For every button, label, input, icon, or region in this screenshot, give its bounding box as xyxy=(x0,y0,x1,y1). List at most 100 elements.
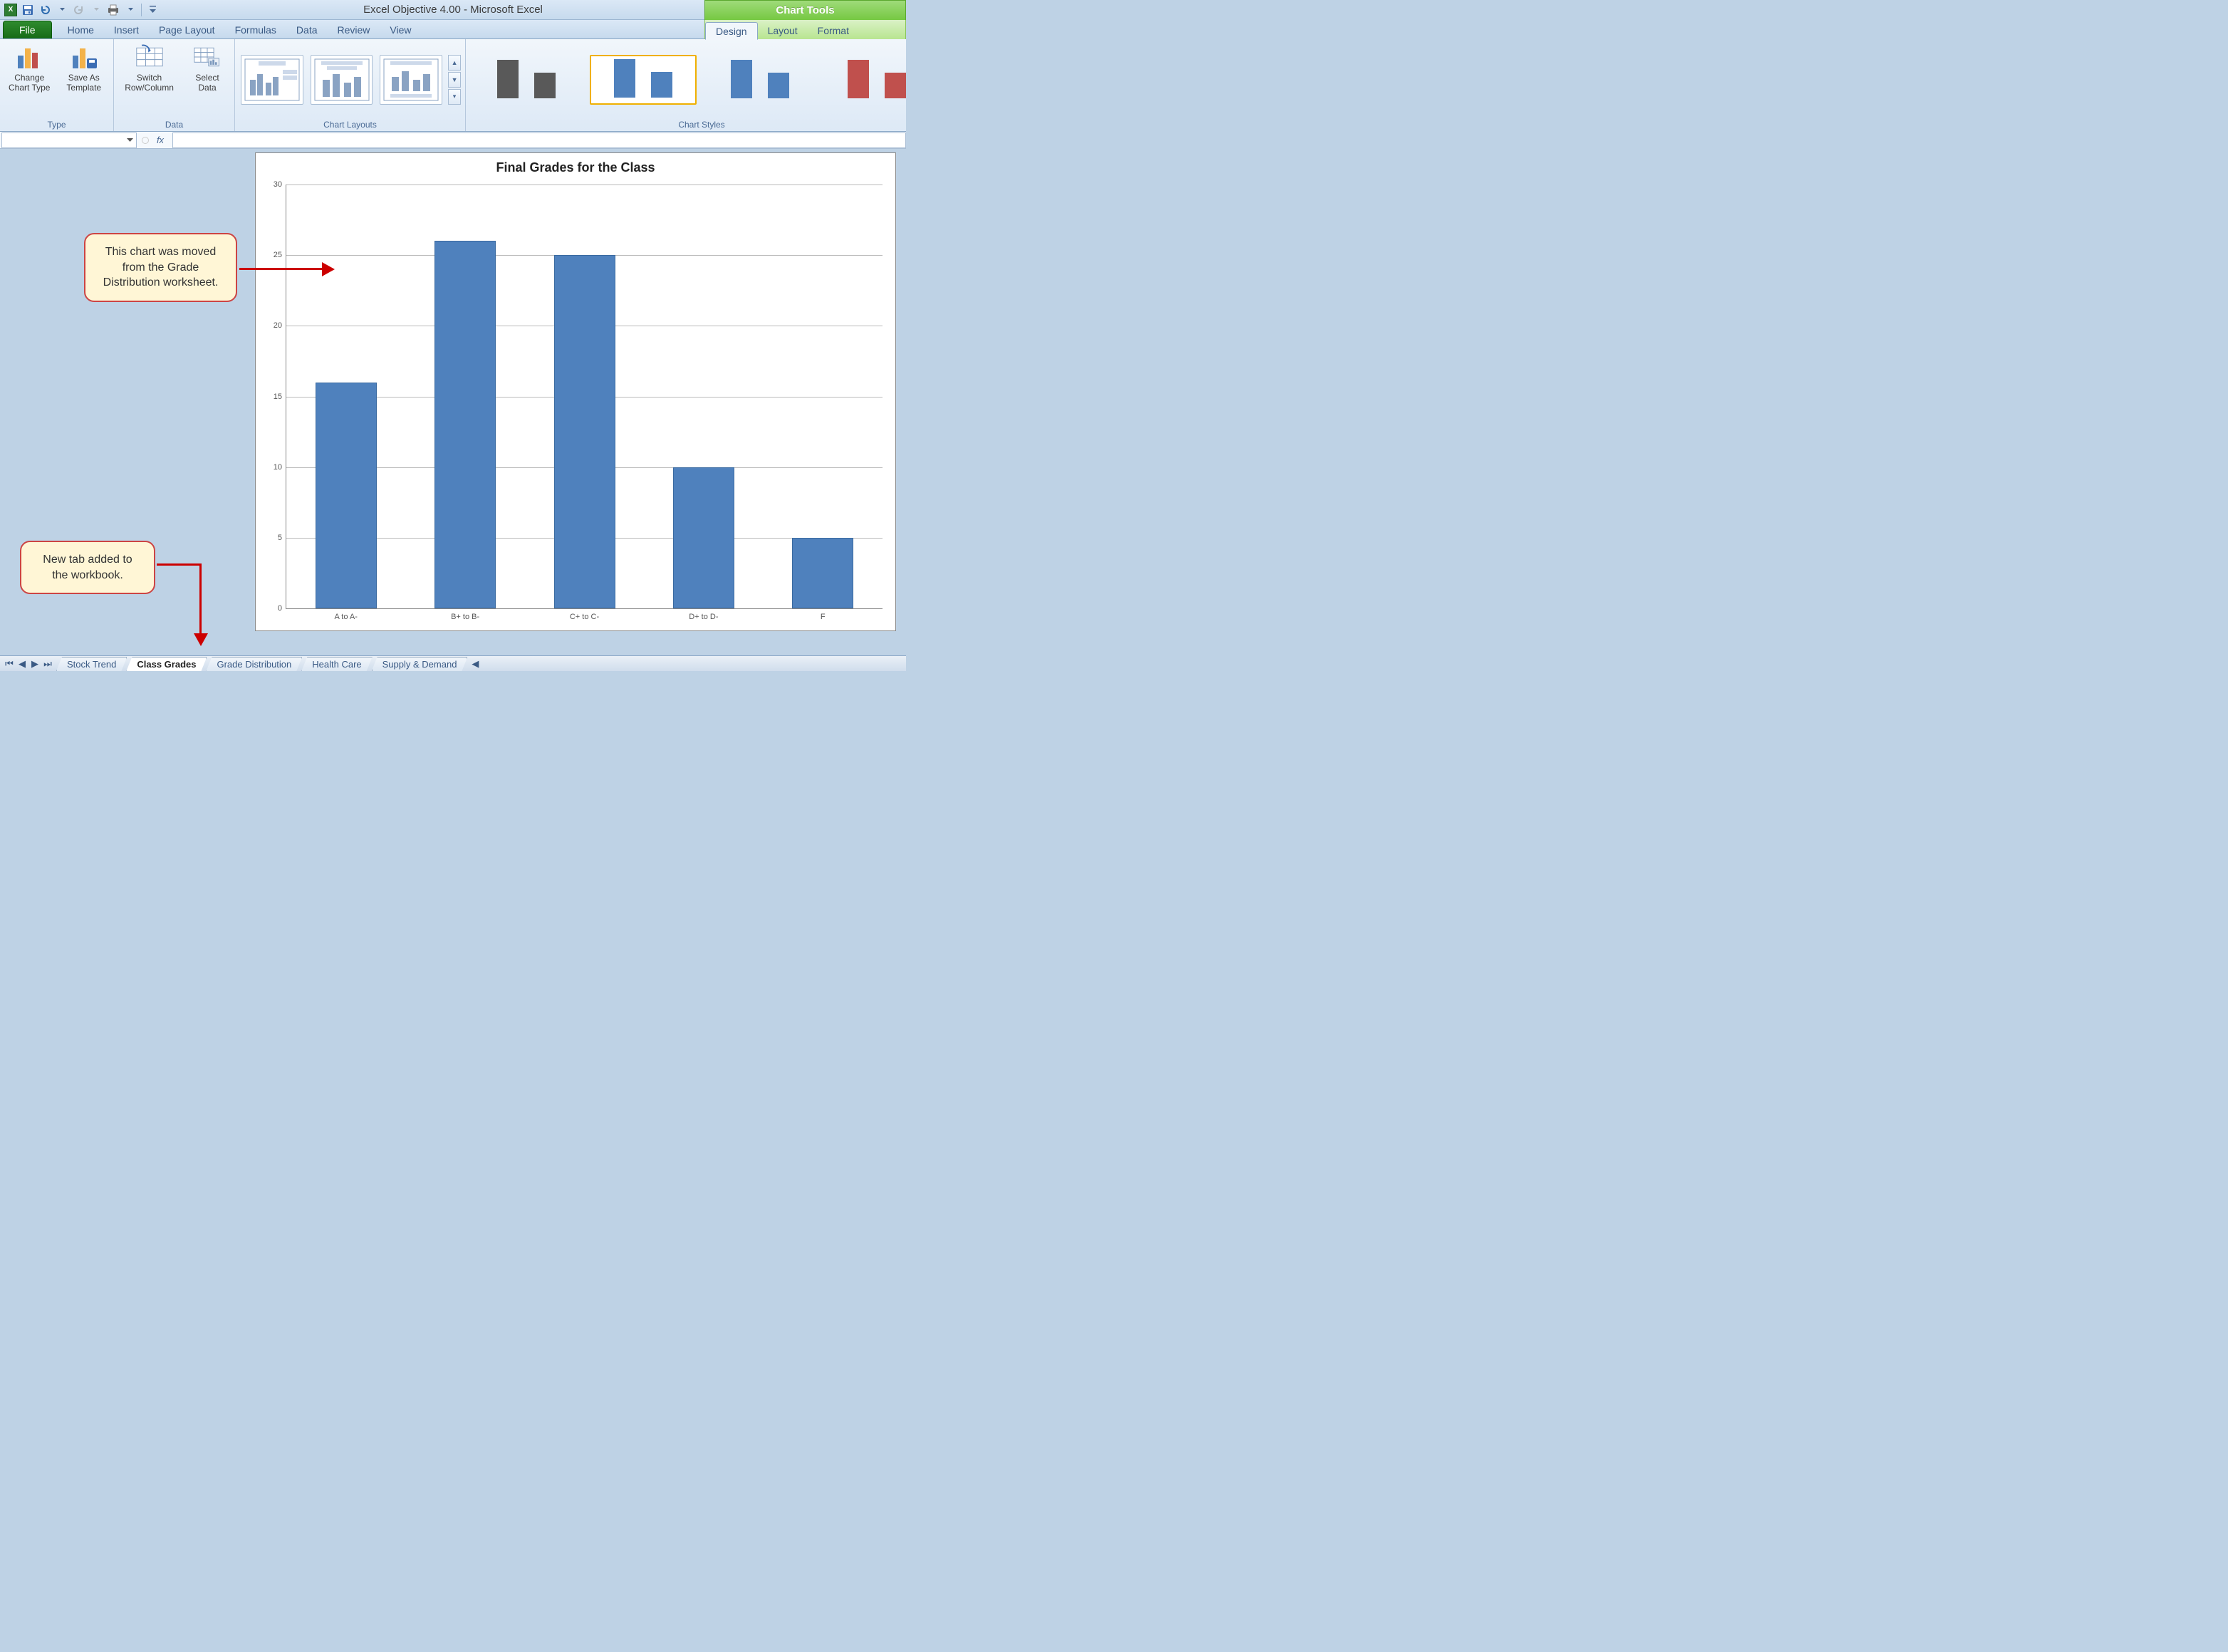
bar-A-to-A-[interactable] xyxy=(316,383,377,608)
chart-layout-1[interactable] xyxy=(241,55,303,105)
chart-tools-context-label: Chart Tools xyxy=(704,0,906,20)
redo-dropdown[interactable] xyxy=(88,2,104,18)
sheet-nav-prev[interactable]: ◀ xyxy=(16,658,28,670)
ribbon: Change Chart Type Save As Template Type … xyxy=(0,39,906,132)
chart-layouts-up[interactable]: ▲ xyxy=(448,55,461,71)
tab-view[interactable]: View xyxy=(380,21,421,38)
y-tick-label: 30 xyxy=(274,180,286,189)
y-tick-label: 5 xyxy=(278,534,286,542)
bar-D+-to-D-[interactable] xyxy=(673,467,734,608)
tab-layout[interactable]: Layout xyxy=(758,21,808,39)
arrow-head-2 xyxy=(194,633,208,646)
x-tick-label: C+ to C- xyxy=(570,608,599,621)
sheet-tab-bar: ⏮ ◀ ▶ ⏭ Stock TrendClass GradesGrade Dis… xyxy=(0,655,906,671)
group-type: Change Chart Type Save As Template Type xyxy=(0,39,114,131)
chart-style-1[interactable] xyxy=(473,55,580,105)
name-box-dropdown-icon[interactable] xyxy=(127,137,133,143)
group-chart-styles-label: Chart Styles xyxy=(470,118,933,131)
ribbon-tabs: File Home Insert Page Layout Formulas Da… xyxy=(0,20,906,39)
window-title: Excel Objective 4.00 - Microsoft Excel xyxy=(363,4,543,16)
chart-object[interactable]: Final Grades for the Class 051015202530A… xyxy=(255,152,896,631)
chart-layouts-more[interactable]: ▾ xyxy=(448,89,461,105)
context-tabs: Design Layout Format xyxy=(704,20,906,39)
y-tick-label: 10 xyxy=(274,463,286,472)
save-as-template-button[interactable]: Save As Template xyxy=(59,41,110,94)
qat-customize[interactable] xyxy=(145,2,160,18)
x-tick-label: F xyxy=(821,608,826,621)
bar-F[interactable] xyxy=(792,538,853,608)
group-type-label: Type xyxy=(4,118,109,131)
name-box[interactable] xyxy=(1,133,137,148)
sheet-tab-class-grades[interactable]: Class Grades xyxy=(126,657,207,671)
title-bar: Excel Objective 4.00 - Microsoft Excel C… xyxy=(0,0,906,20)
save-button[interactable] xyxy=(20,2,36,18)
print-dropdown[interactable] xyxy=(123,2,138,18)
bar-B+-to-B-[interactable] xyxy=(434,241,496,608)
undo-button[interactable] xyxy=(37,2,53,18)
redo-button[interactable] xyxy=(71,2,87,18)
select-data-button[interactable]: Select Data xyxy=(184,41,230,94)
callout-arrow-2a xyxy=(157,563,201,566)
switch-row-column-button[interactable]: Switch Row/Column xyxy=(118,41,180,94)
sheet-tab-health-care[interactable]: Health Care xyxy=(301,657,372,671)
callout-new-tab: New tab added to the workbook. xyxy=(20,541,155,594)
x-tick-label: D+ to D- xyxy=(689,608,718,621)
y-tick-label: 20 xyxy=(274,321,286,330)
y-tick-label: 15 xyxy=(274,393,286,401)
chart-style-4[interactable] xyxy=(823,55,930,105)
sheet-tab-grade-distribution[interactable]: Grade Distribution xyxy=(206,657,302,671)
sheet-tabs-scroll-indicator[interactable]: ◀ xyxy=(470,658,480,670)
tab-design[interactable]: Design xyxy=(705,22,758,40)
tab-format[interactable]: Format xyxy=(808,21,859,39)
group-chart-layouts-label: Chart Layouts xyxy=(239,118,461,131)
group-data: Switch Row/Column Select Data Data xyxy=(114,39,235,131)
print-button[interactable] xyxy=(105,2,121,18)
sheet-nav-first[interactable]: ⏮ xyxy=(3,658,16,670)
callout-arrow-2b xyxy=(199,563,202,635)
chart-style-2[interactable] xyxy=(590,55,697,105)
change-chart-type-button[interactable]: Change Chart Type xyxy=(4,41,55,94)
chart-layouts-spinner: ▲ ▼ ▾ xyxy=(448,55,461,105)
tab-insert[interactable]: Insert xyxy=(104,21,149,38)
x-tick-label: B+ to B- xyxy=(451,608,479,621)
tab-page-layout[interactable]: Page Layout xyxy=(149,21,225,38)
excel-icon[interactable] xyxy=(3,2,19,18)
group-chart-styles: Chart Styles xyxy=(466,39,937,131)
change-chart-type-label: Change Chart Type xyxy=(6,73,53,93)
group-data-label: Data xyxy=(118,118,230,131)
undo-dropdown[interactable] xyxy=(54,2,70,18)
plot-area[interactable]: 051015202530A to A-B+ to B-C+ to C-D+ to… xyxy=(286,185,883,609)
sheet-nav-next[interactable]: ▶ xyxy=(28,658,41,670)
file-tab[interactable]: File xyxy=(3,21,52,38)
chart-layout-3[interactable] xyxy=(380,55,442,105)
worksheet-area: Final Grades for the Class 051015202530A… xyxy=(0,149,906,655)
group-chart-layouts: ▲ ▼ ▾ Chart Layouts xyxy=(235,39,466,131)
chart-layout-2[interactable] xyxy=(311,55,373,105)
fx-label[interactable]: fx xyxy=(152,135,169,145)
y-tick-label: 25 xyxy=(274,251,286,259)
bar-C+-to-C-[interactable] xyxy=(554,255,615,608)
formula-input[interactable] xyxy=(172,133,906,148)
chart-layouts-down[interactable]: ▼ xyxy=(448,72,461,88)
save-as-template-label: Save As Template xyxy=(61,73,108,93)
quick-access-toolbar xyxy=(0,2,163,18)
chart-style-3[interactable] xyxy=(707,55,813,105)
tab-formulas[interactable]: Formulas xyxy=(225,21,286,38)
arrow-head-1 xyxy=(322,262,335,276)
tab-review[interactable]: Review xyxy=(328,21,380,38)
select-data-label: Select Data xyxy=(186,73,229,93)
callout-chart-moved: This chart was moved from the Grade Dist… xyxy=(84,233,237,302)
sheet-tab-supply-demand[interactable]: Supply & Demand xyxy=(372,657,468,671)
sheet-tab-stock-trend[interactable]: Stock Trend xyxy=(56,657,127,671)
tab-home[interactable]: Home xyxy=(58,21,104,38)
y-tick-label: 0 xyxy=(278,604,286,613)
formula-bar: fx xyxy=(0,132,906,149)
switch-row-column-label: Switch Row/Column xyxy=(120,73,179,93)
chart-title[interactable]: Final Grades for the Class xyxy=(256,153,895,178)
callout-arrow-1 xyxy=(239,268,323,270)
sheet-nav: ⏮ ◀ ▶ ⏭ xyxy=(0,658,57,670)
cancel-icon xyxy=(142,137,149,144)
sheet-nav-last[interactable]: ⏭ xyxy=(41,658,54,670)
tab-data[interactable]: Data xyxy=(286,21,328,38)
x-tick-label: A to A- xyxy=(334,608,357,621)
